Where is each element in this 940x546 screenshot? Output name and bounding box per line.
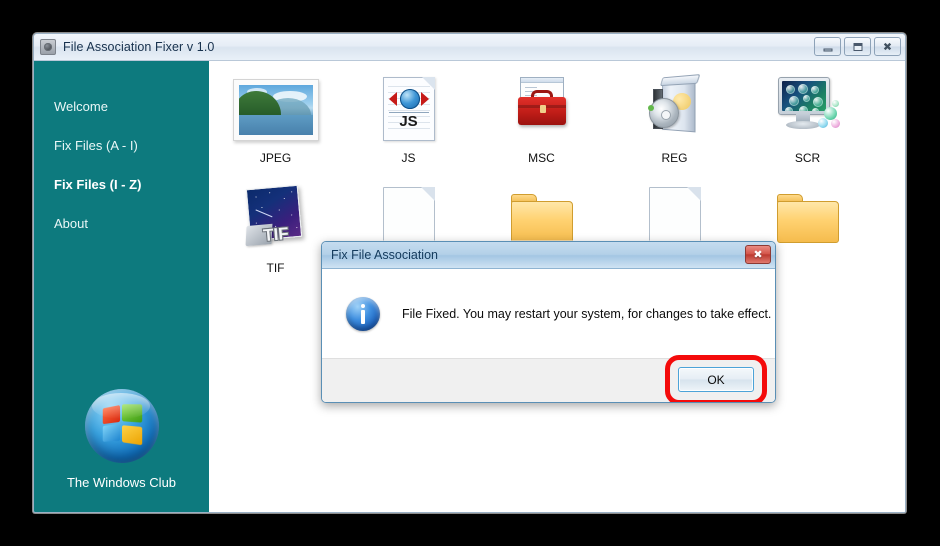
jpeg-photo-icon bbox=[232, 79, 319, 141]
window-controls: ✖ bbox=[814, 37, 901, 56]
fix-file-association-dialog: Fix File Association ✖ File Fixed. You m… bbox=[321, 241, 776, 403]
dialog-message: File Fixed. You may restart your system,… bbox=[402, 306, 772, 321]
msc-toolbox-icon bbox=[510, 77, 574, 141]
file-type-label: JPEG bbox=[259, 151, 292, 165]
brand-block: The Windows Club bbox=[34, 389, 209, 490]
close-icon: ✖ bbox=[882, 40, 893, 53]
dialog-message-area: File Fixed. You may restart your system,… bbox=[322, 269, 775, 358]
file-type-reg[interactable]: REG bbox=[608, 74, 741, 165]
dialog-footer: OK bbox=[322, 355, 775, 402]
dialog-close-button[interactable]: ✖ bbox=[745, 245, 771, 264]
file-type-scr[interactable]: SCR bbox=[741, 77, 874, 165]
js-script-document-icon: JS bbox=[377, 77, 441, 141]
dialog-title: Fix File Association bbox=[331, 248, 438, 262]
screen: File Association Fixer v 1.0 ✖ Welcome F… bbox=[0, 0, 940, 546]
sidebar: Welcome Fix Files (A - I) Fix Files (I -… bbox=[34, 61, 209, 512]
window-title: File Association Fixer v 1.0 bbox=[63, 40, 215, 54]
tif-image-icon: TIF bbox=[244, 184, 308, 251]
app-icon bbox=[40, 39, 56, 55]
file-type-msc[interactable]: MSC bbox=[475, 77, 608, 165]
reg-software-box-icon bbox=[643, 74, 707, 141]
sidebar-item-about[interactable]: About bbox=[34, 204, 209, 243]
title-bar: File Association Fixer v 1.0 ✖ bbox=[34, 34, 905, 61]
file-type-jpeg[interactable]: JPEG bbox=[209, 77, 342, 165]
file-type-label: SCR bbox=[794, 151, 821, 165]
scr-screensaver-monitor-icon bbox=[776, 77, 840, 141]
ok-button[interactable]: OK bbox=[678, 367, 754, 392]
minimize-button[interactable] bbox=[814, 37, 841, 56]
info-icon bbox=[346, 296, 380, 331]
icon-row: JPEG JS JS MSC REG SCR bbox=[209, 74, 905, 165]
file-type-label: JS bbox=[401, 151, 416, 165]
file-type-label: MSC bbox=[528, 151, 555, 165]
maximize-button[interactable] bbox=[844, 37, 871, 56]
maximize-icon bbox=[853, 42, 862, 51]
windows-orb-logo-icon bbox=[84, 389, 159, 463]
sidebar-item-fix-files-i-z[interactable]: Fix Files (I - Z) bbox=[34, 165, 209, 204]
brand-label: The Windows Club bbox=[66, 475, 177, 490]
file-type-js[interactable]: JS JS bbox=[342, 77, 475, 165]
folder-icon bbox=[776, 194, 840, 258]
dialog-title-bar: Fix File Association ✖ bbox=[322, 242, 775, 269]
file-type-label: REG bbox=[661, 151, 688, 165]
sidebar-item-fix-files-a-i[interactable]: Fix Files (A - I) bbox=[34, 126, 209, 165]
minimize-icon bbox=[823, 48, 832, 51]
close-button[interactable]: ✖ bbox=[874, 37, 901, 56]
sidebar-item-welcome[interactable]: Welcome bbox=[34, 87, 209, 126]
